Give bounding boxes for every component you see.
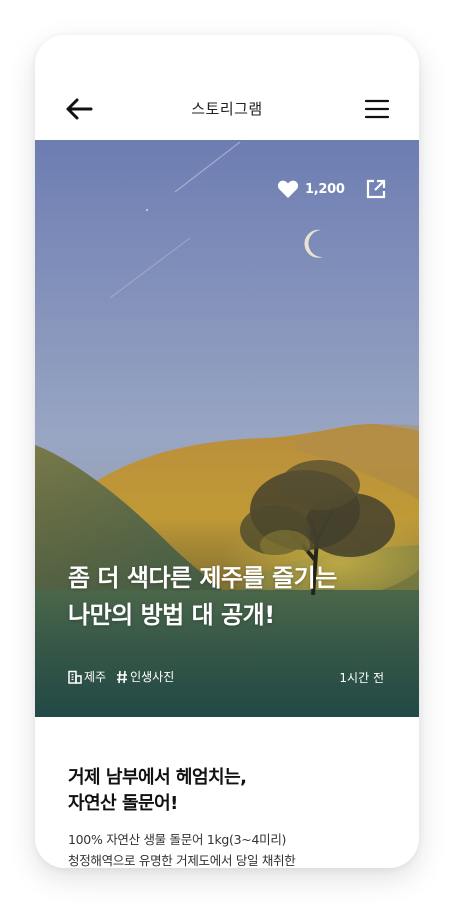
hero-image[interactable]: 1,200 좀 더 색다른 제주를 즐기는 나만의 방법 대 공개! 제주 인생… — [35, 140, 419, 717]
content-title: 거제 남부에서 헤엄치는, 자연산 돌문어! — [68, 765, 388, 817]
app-header: 스토리그램 — [35, 35, 419, 140]
hamburger-menu-icon — [364, 99, 390, 119]
content-title-line-1: 거제 남부에서 헤엄치는, — [68, 767, 247, 788]
hero-title: 좀 더 색다른 제주를 즐기는 나만의 방법 대 공개! — [68, 560, 398, 634]
external-link-icon — [366, 179, 386, 199]
content-desc-line-2: 청정해역으로 유명한 거제도에서 당일 채취한 — [68, 853, 296, 868]
content-description: 100% 자연산 생물 돌문어 1kg(3~4미리) 청정해역으로 유명한 거제… — [68, 829, 398, 868]
tag-hashtag-label: 인생사진 — [130, 670, 175, 684]
hero-title-line-1: 좀 더 색다른 제주를 즐기는 — [68, 564, 337, 592]
tag-location-label: 제주 — [84, 670, 107, 684]
content-desc-line-1: 100% 자연산 생물 돌문어 1kg(3~4미리) — [68, 832, 287, 847]
hero-title-line-2: 나만의 방법 대 공개! — [68, 601, 275, 629]
tag-list: 제주 인생사진 — [68, 668, 184, 685]
like-count: 1,200 — [305, 181, 345, 197]
building-icon — [68, 670, 82, 684]
menu-button[interactable] — [364, 99, 390, 119]
like-button[interactable]: 1,200 — [277, 178, 345, 200]
tag-location[interactable]: 제주 — [68, 668, 106, 685]
hash-icon — [117, 670, 128, 683]
post-content[interactable]: 거제 남부에서 헤엄치는, 자연산 돌문어! 100% 자연산 생물 돌문어 1… — [35, 717, 419, 868]
post-time: 1시간 전 — [339, 671, 384, 685]
page-title: 스토리그램 — [191, 100, 263, 118]
heart-icon — [277, 180, 299, 198]
tag-hashtag[interactable]: 인생사진 — [116, 668, 174, 685]
share-button[interactable] — [365, 178, 387, 200]
content-title-line-2: 자연산 돌문어! — [68, 793, 178, 814]
phone-frame: 스토리그램 1,200 좀 더 색다른 제주를 즐기는 나만의 방법 대 공개!… — [35, 35, 419, 868]
